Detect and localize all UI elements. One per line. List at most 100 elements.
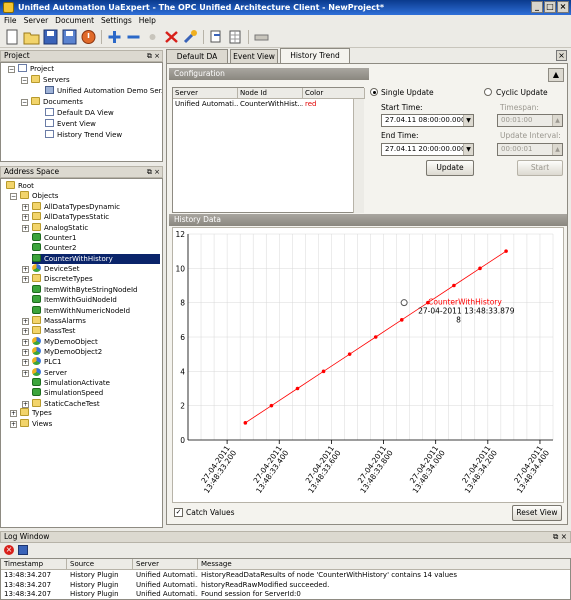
- column-node-id[interactable]: Node Id: [238, 88, 303, 99]
- expand-toggle[interactable]: +: [22, 338, 29, 346]
- tree-item-project[interactable]: Project: [18, 64, 54, 74]
- clear-log-icon[interactable]: ×: [4, 545, 14, 555]
- column-server[interactable]: Server: [173, 88, 238, 99]
- catch-values-checkbox[interactable]: ✓: [174, 508, 183, 517]
- tree-item-server-connection[interactable]: Unified Automation Demo Ser...: [45, 86, 162, 96]
- expand-toggle[interactable]: −: [21, 99, 28, 106]
- expand-toggle[interactable]: −: [21, 77, 28, 84]
- copy-icon[interactable]: [208, 29, 225, 45]
- expand-toggle[interactable]: +: [22, 266, 29, 274]
- expand-toggle[interactable]: −: [8, 66, 15, 73]
- tree-item-counterwithhistory[interactable]: CounterWithHistory: [32, 253, 160, 264]
- tree-item-plc1[interactable]: PLC1: [32, 357, 61, 367]
- save-log-icon[interactable]: [18, 545, 28, 555]
- tree-item-mydemoobject2[interactable]: MyDemoObject2: [32, 346, 102, 357]
- update-interval-field[interactable]: 00:00:01 ▲: [497, 143, 563, 156]
- disconnect-icon[interactable]: [253, 29, 270, 45]
- expand-toggle[interactable]: +: [22, 359, 29, 367]
- menu-help[interactable]: Help: [139, 15, 156, 27]
- close-tab-button[interactable]: ×: [556, 50, 567, 61]
- log-column-source[interactable]: Source: [67, 559, 133, 570]
- tab-event-view[interactable]: Event View: [230, 49, 278, 64]
- tree-item-server[interactable]: Server: [32, 367, 67, 378]
- timespan-field[interactable]: 00:01:00 ▲: [497, 114, 563, 127]
- address-space-header: Address Space ⧉ ×: [0, 166, 163, 178]
- expand-toggle[interactable]: −: [10, 193, 17, 200]
- expand-toggle[interactable]: +: [22, 369, 29, 377]
- expand-toggle[interactable]: +: [22, 348, 29, 356]
- menu-file[interactable]: File: [4, 15, 17, 27]
- menu-settings[interactable]: Settings: [101, 15, 132, 27]
- dot-icon[interactable]: [144, 29, 161, 45]
- tree-item-counter2[interactable]: Counter2: [32, 243, 76, 253]
- tree-item-objects[interactable]: Objects: [20, 191, 58, 201]
- tree-item-history-trend-view[interactable]: History Trend View: [45, 130, 122, 140]
- maximize-button[interactable]: □: [544, 1, 556, 13]
- expand-toggle[interactable]: +: [22, 328, 29, 336]
- tree-item-views[interactable]: Views: [20, 419, 52, 429]
- expand-toggle[interactable]: +: [22, 276, 29, 284]
- tree-item-counter1[interactable]: Counter1: [32, 233, 76, 243]
- wrench-icon[interactable]: [182, 29, 199, 45]
- start-button[interactable]: Start: [517, 160, 563, 176]
- tree-item-documents[interactable]: Documents: [31, 97, 83, 107]
- grid-icon[interactable]: [227, 29, 244, 45]
- end-time-field[interactable]: 27.04.11 20:00:00.000 ▼: [381, 143, 474, 156]
- x-tick-label: 27-04-201113:48:33.200: [199, 444, 238, 495]
- minimize-button[interactable]: _: [531, 1, 543, 13]
- remove-icon[interactable]: [125, 29, 142, 45]
- expand-toggle[interactable]: +: [10, 410, 17, 417]
- save-icon[interactable]: [42, 29, 59, 45]
- tree-item-default-da-view[interactable]: Default DA View: [45, 108, 114, 118]
- log-column-server[interactable]: Server: [133, 559, 198, 570]
- tree-item-servers[interactable]: Servers: [31, 75, 70, 85]
- tree-item-massalarms[interactable]: MassAlarms: [32, 315, 86, 326]
- single-update-radio[interactable]: [370, 88, 378, 96]
- config-row-server[interactable]: Unified Automati...: [173, 99, 238, 110]
- expand-toggle[interactable]: +: [22, 224, 29, 232]
- tree-item-simulationactivate[interactable]: SimulationActivate: [32, 377, 110, 388]
- history-chart[interactable]: 0 2 4 6 8 10 12 27-04-2011 13:48:33.200 27-04-201…: [172, 227, 564, 503]
- expand-toggle[interactable]: +: [22, 214, 29, 222]
- power-icon[interactable]: [80, 29, 97, 45]
- tab-default-da-view[interactable]: Default DA View: [166, 49, 228, 74]
- log-column-timestamp[interactable]: Timestamp: [1, 559, 67, 570]
- tree-item-itemwithbytestringnodeid[interactable]: ItemWithByteStringNodeId: [32, 284, 138, 295]
- tree-item-analogstatic[interactable]: AnalogStatic: [32, 222, 88, 233]
- tree-item-alldatatypesstatic[interactable]: AllDataTypesStatic: [32, 212, 109, 222]
- tree-item-types[interactable]: Types: [20, 408, 52, 418]
- add-icon[interactable]: [106, 29, 123, 45]
- cyclic-update-radio[interactable]: [484, 88, 492, 96]
- tree-item-event-view[interactable]: Event View: [45, 119, 96, 129]
- chart-svg: 0 2 4 6 8 10 12 27-04-201113:48:33.200 27-04-201…: [175, 230, 554, 495]
- tree-item-simulationspeed[interactable]: SimulationSpeed: [32, 388, 103, 398]
- expand-toggle[interactable]: +: [22, 400, 29, 408]
- reset-view-button[interactable]: Reset View: [512, 505, 562, 521]
- start-time-field[interactable]: 27.04.11 08:00:00.000 ▼: [381, 114, 474, 127]
- expand-toggle[interactable]: +: [22, 204, 29, 211]
- tree-item-deviceset[interactable]: DeviceSet: [32, 264, 79, 274]
- tree-item-masstest[interactable]: MassTest: [32, 326, 75, 336]
- column-color[interactable]: Color: [303, 88, 365, 99]
- tree-item-alldatatypesdynamic[interactable]: AllDataTypesDynamic: [32, 202, 120, 212]
- log-column-message[interactable]: Message: [198, 559, 570, 570]
- menu-document[interactable]: Document: [55, 15, 94, 27]
- new-file-icon[interactable]: [4, 29, 21, 45]
- tree-item-root[interactable]: Root: [6, 181, 34, 191]
- config-row-node[interactable]: CounterWithHist...: [238, 99, 303, 110]
- close-button[interactable]: ×: [557, 1, 569, 13]
- tree-item-itemwithguidnodeid[interactable]: ItemWithGuidNodeId: [32, 295, 117, 305]
- tree-item-itemwithnumericnodeid[interactable]: ItemWithNumericNodeId: [32, 305, 130, 316]
- tree-item-discretetypes[interactable]: DiscreteTypes: [32, 274, 93, 284]
- tab-history-trend-view[interactable]: History Trend View: [280, 48, 350, 73]
- update-button[interactable]: Update: [426, 160, 474, 176]
- config-scrollbar[interactable]: [353, 99, 364, 213]
- save-as-icon[interactable]: [61, 29, 78, 45]
- menu-server[interactable]: Server: [24, 15, 49, 27]
- collapse-config-button[interactable]: ▲: [548, 68, 564, 82]
- expand-toggle[interactable]: +: [10, 421, 17, 428]
- tree-item-mydemoobject[interactable]: MyDemoObject: [32, 336, 98, 347]
- expand-toggle[interactable]: +: [22, 317, 29, 325]
- open-folder-icon[interactable]: [23, 29, 40, 45]
- delete-icon[interactable]: [163, 29, 180, 45]
